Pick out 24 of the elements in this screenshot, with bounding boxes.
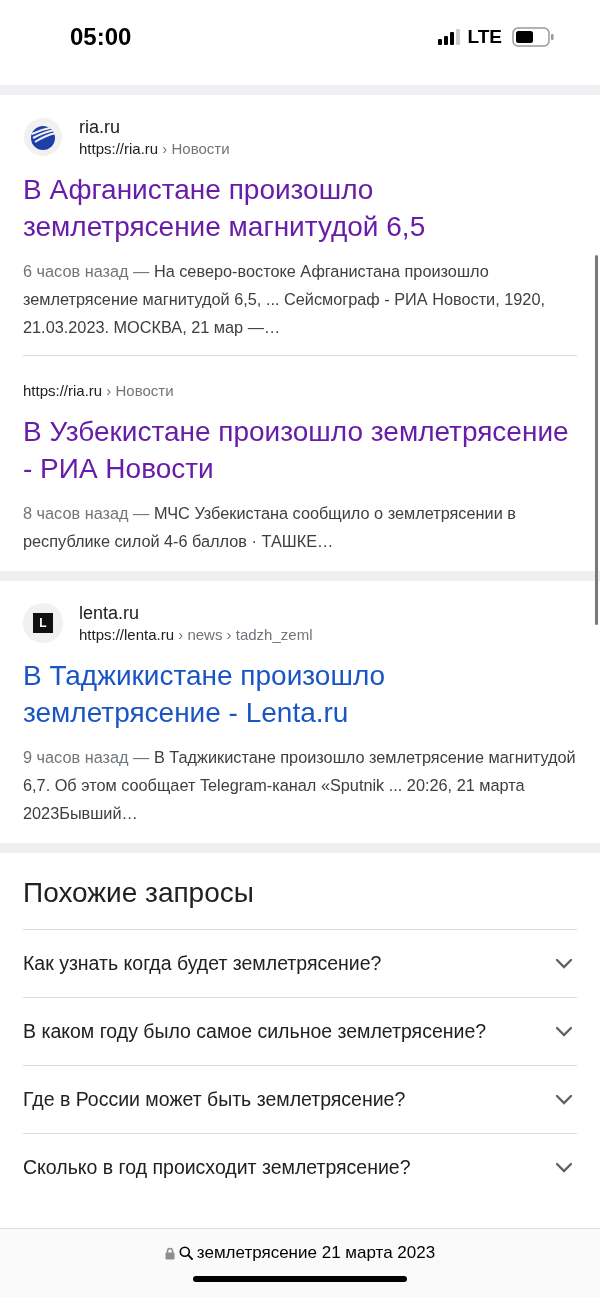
result-snippet: 9 часов назад — В Таджикистане произошло землетрясение магнитудой 6,7. Об этом сообщает Telegram-канал «Sputnik ... 20:26, 21 марта 2023Бывший…: [23, 747, 577, 824]
result-snippet: 6 часов назад — На северо-востоке Афганистана произошло землетрясение магнитудой 6,5, ... Сейсмограф - РИА Новости, 1920, 21.03.2023. МОСКВА, 21 мар —…: [23, 261, 546, 338]
network-label: LTE: [467, 25, 502, 48]
site-logo: L: [23, 603, 63, 643]
site-name: lenta.ru: [79, 603, 141, 624]
result-title-link[interactable]: В Узбекистане произошло землетрясение - РИА Новости: [23, 413, 577, 487]
site-name: ria.ru: [79, 117, 121, 138]
result-title-link[interactable]: В Таджикистане произошло землетрясение - Lenta.ru: [23, 657, 577, 731]
result-url[interactable]: https://ria.ru › Новости: [79, 140, 230, 157]
related-query-item[interactable]: Сколько в год происходит землетрясение?: [23, 1133, 577, 1201]
result-url[interactable]: https://lenta.ru › news › tadzh_zeml: [79, 626, 313, 643]
related-query-item[interactable]: Как узнать когда будет землетрясение?: [23, 929, 577, 997]
battery-icon: [512, 26, 554, 47]
status-time: 05:00: [70, 22, 132, 51]
signal-icon: [437, 28, 462, 45]
section-heading: Похожие запросы: [23, 877, 255, 909]
search-icon: [178, 1246, 193, 1260]
address-bar[interactable]: землетрясение 21 марта 2023: [0, 1228, 600, 1297]
related-query-item[interactable]: В каком году было самое сильное землетрясение?: [23, 997, 577, 1065]
globe-logo-icon: [23, 117, 63, 157]
result-title-link[interactable]: В Афганистане произошло землетрясение магнитудой 6,5: [23, 171, 577, 245]
result-url[interactable]: https://ria.ru › Новости: [23, 382, 577, 399]
result-snippet: 8 часов назад — МЧС Узбекистана сообщило о землетрясении в республике силой 4-6 баллов · ТАШКЕ…: [23, 503, 517, 552]
related-query-item[interactable]: Где в России может быть землетрясение?: [23, 1065, 577, 1133]
